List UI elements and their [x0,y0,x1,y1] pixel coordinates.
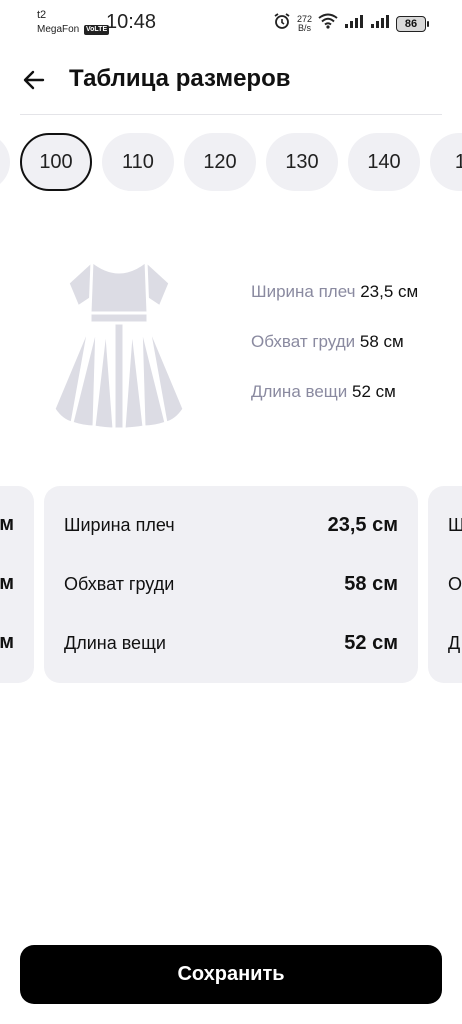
dress-icon [52,257,186,431]
measure-label: Длина вещи [251,382,348,401]
card-row-label: Длина вещи [64,632,166,653]
garment-measurements: Ширина плеч 23,5 см Обхват груди 58 см Д… [251,282,418,432]
measurement-card-prev[interactable]: м м м [0,486,34,683]
card-row-value: 23,5 см [327,513,398,536]
back-button[interactable] [18,64,50,96]
card-peek-text: м [0,572,14,594]
size-chip-120[interactable]: 120 [184,133,256,191]
measure-length: Длина вещи 52 см [251,382,418,432]
save-button[interactable]: Сохранить [20,945,442,1004]
card-row-chest: Обхват груди 58 см [64,572,398,596]
header: Таблица размеров [0,54,462,106]
status-bar: t2 MegaFon VoLTE 10:48 272 B/s 86 [0,0,462,44]
measure-label: Обхват груди [251,332,356,351]
card-row-value: 52 см [344,631,398,654]
card-row-value: 58 см [344,572,398,595]
size-chip-140[interactable]: 140 [348,133,420,191]
measure-shoulder-width: Ширина плеч 23,5 см [251,282,418,332]
header-divider [20,114,442,115]
card-row-label: Обхват груди [64,573,175,594]
battery-indicator: 86 [396,15,429,32]
size-chip-110[interactable]: 110 [102,133,174,191]
page-title: Таблица размеров [69,65,291,92]
size-chip-next[interactable]: 15 [430,133,462,191]
carrier-name-secondary: MegaFon [37,24,80,35]
measurement-cards-carousel[interactable]: м м м Ширина плеч 23,5 см Обхват груди 5… [0,486,462,684]
size-chip-100[interactable]: 100 [20,133,92,191]
size-chip-prev[interactable] [0,133,10,191]
signal-icon [344,13,364,34]
card-row-label: Ширина плеч [64,514,175,535]
status-time: 10:48 [106,11,157,33]
carrier-name: t2 [37,9,47,21]
measure-value: 52 см [352,382,396,401]
card-peek-text: м [0,631,14,653]
size-selector[interactable]: 100 110 120 130 140 15 [0,132,462,194]
card-peek-text: Об [448,574,462,594]
card-row-length: Длина вещи 52 см [64,631,398,655]
alarm-icon [273,12,291,35]
net-speed-unit: B/s [297,22,311,33]
card-peek-text: Д [448,633,461,653]
wifi-icon [318,13,338,34]
measure-label: Ширина плеч [251,282,356,301]
arrow-left-icon [23,70,45,90]
card-peek-text: Ш [448,515,462,535]
measure-value: 23,5 см [360,282,419,301]
measurement-card-next[interactable]: Ш Об Д [428,486,462,683]
measurement-card[interactable]: Ширина плеч 23,5 см Обхват груди 58 см Д… [44,486,418,683]
signal-icon-secondary [370,13,390,34]
card-row-shoulder-width: Ширина плеч 23,5 см [64,513,398,537]
net-speed: 272 B/s [297,14,312,33]
measure-chest: Обхват груди 58 см [251,332,418,382]
measure-value: 58 см [359,332,404,351]
card-peek-text: м [0,513,14,535]
size-chip-130[interactable]: 130 [266,133,338,191]
